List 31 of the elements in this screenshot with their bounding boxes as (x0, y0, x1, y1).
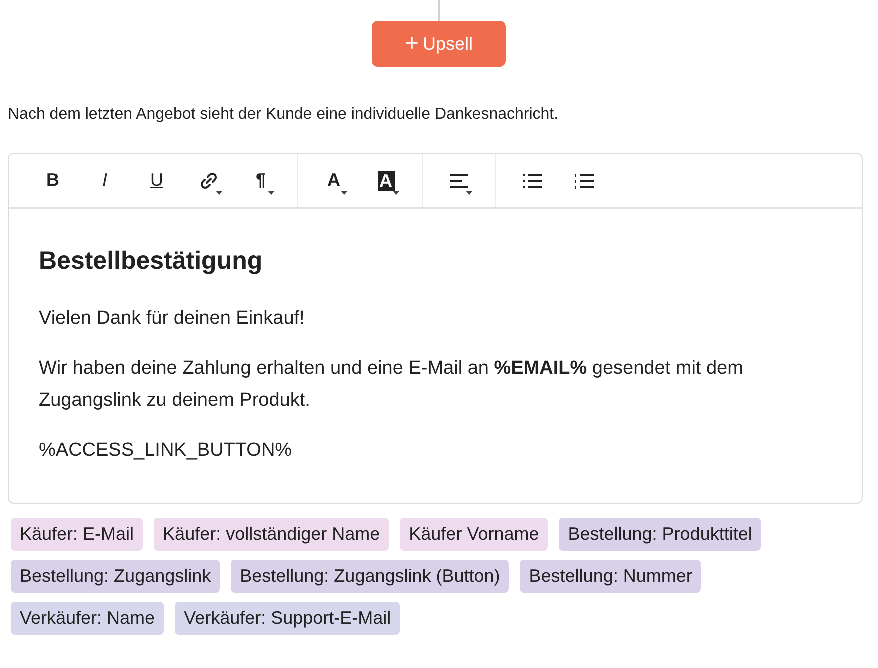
paragraph-text: Vielen Dank für deinen Einkauf! (39, 306, 306, 330)
align-left-icon (450, 172, 468, 190)
caret-icon (393, 191, 400, 195)
placeholder-tag[interactable]: Käufer Vorname (400, 518, 548, 551)
highlight-button[interactable]: A (360, 154, 412, 207)
placeholder-tag[interactable]: Käufer: E-Mail (11, 518, 144, 551)
placeholder-tag[interactable]: Bestellung: Produkttitel (559, 518, 762, 551)
caret-icon (466, 191, 473, 195)
placeholder-tag[interactable]: Käufer: vollständiger Name (154, 518, 390, 551)
placeholder-tag[interactable]: Verkäufer: Support-E-Mail (175, 602, 400, 635)
underline-button[interactable]: U (131, 154, 183, 207)
plus-icon: + (404, 32, 419, 56)
bullet-list-icon (522, 172, 542, 190)
paragraph-text: %ACCESS_LINK_BUTTON% (39, 438, 294, 462)
paragraph-format-button[interactable]: ¶ (235, 154, 287, 207)
editor-content-field[interactable]: Bestellbestätigung Vielen Dank für deinen Einkauf! Wir haben deine Zahlung erhalten und eine E-Mail an %EMAIL% gesendet mit dem Zugangslink zu deinem Produkt. %ACCESS_LINK_BUTTON% (9, 209, 862, 466)
numbered-list-icon (574, 172, 594, 190)
caret-icon (341, 191, 348, 195)
link-icon (199, 170, 219, 190)
placeholder-tag[interactable]: Bestellung: Zugangslink (Button) (231, 560, 510, 593)
bold-button[interactable]: B (27, 154, 79, 207)
caret-icon (268, 191, 275, 195)
placeholder-tag[interactable]: Bestellung: Zugangslink (11, 560, 220, 593)
placeholder-tag[interactable]: Bestellung: Nummer (520, 560, 702, 593)
heading-text: Bestellbestätigung (39, 246, 264, 277)
paragraph-text: Wir haben deine Zahlung erhalten und eine E-Mail an %EMAIL% gesendet mit dem Zugangslink zu deinem Produkt. (39, 356, 744, 412)
description-text: Nach dem letzten Angebot sieht der Kunde eine individuelle Dankesnachricht. (8, 105, 560, 125)
text-color-button[interactable]: A (308, 154, 360, 207)
italic-button[interactable]: I (79, 154, 131, 207)
placeholder-tag[interactable]: Verkäufer: Name (11, 602, 164, 635)
caret-icon (216, 191, 223, 195)
